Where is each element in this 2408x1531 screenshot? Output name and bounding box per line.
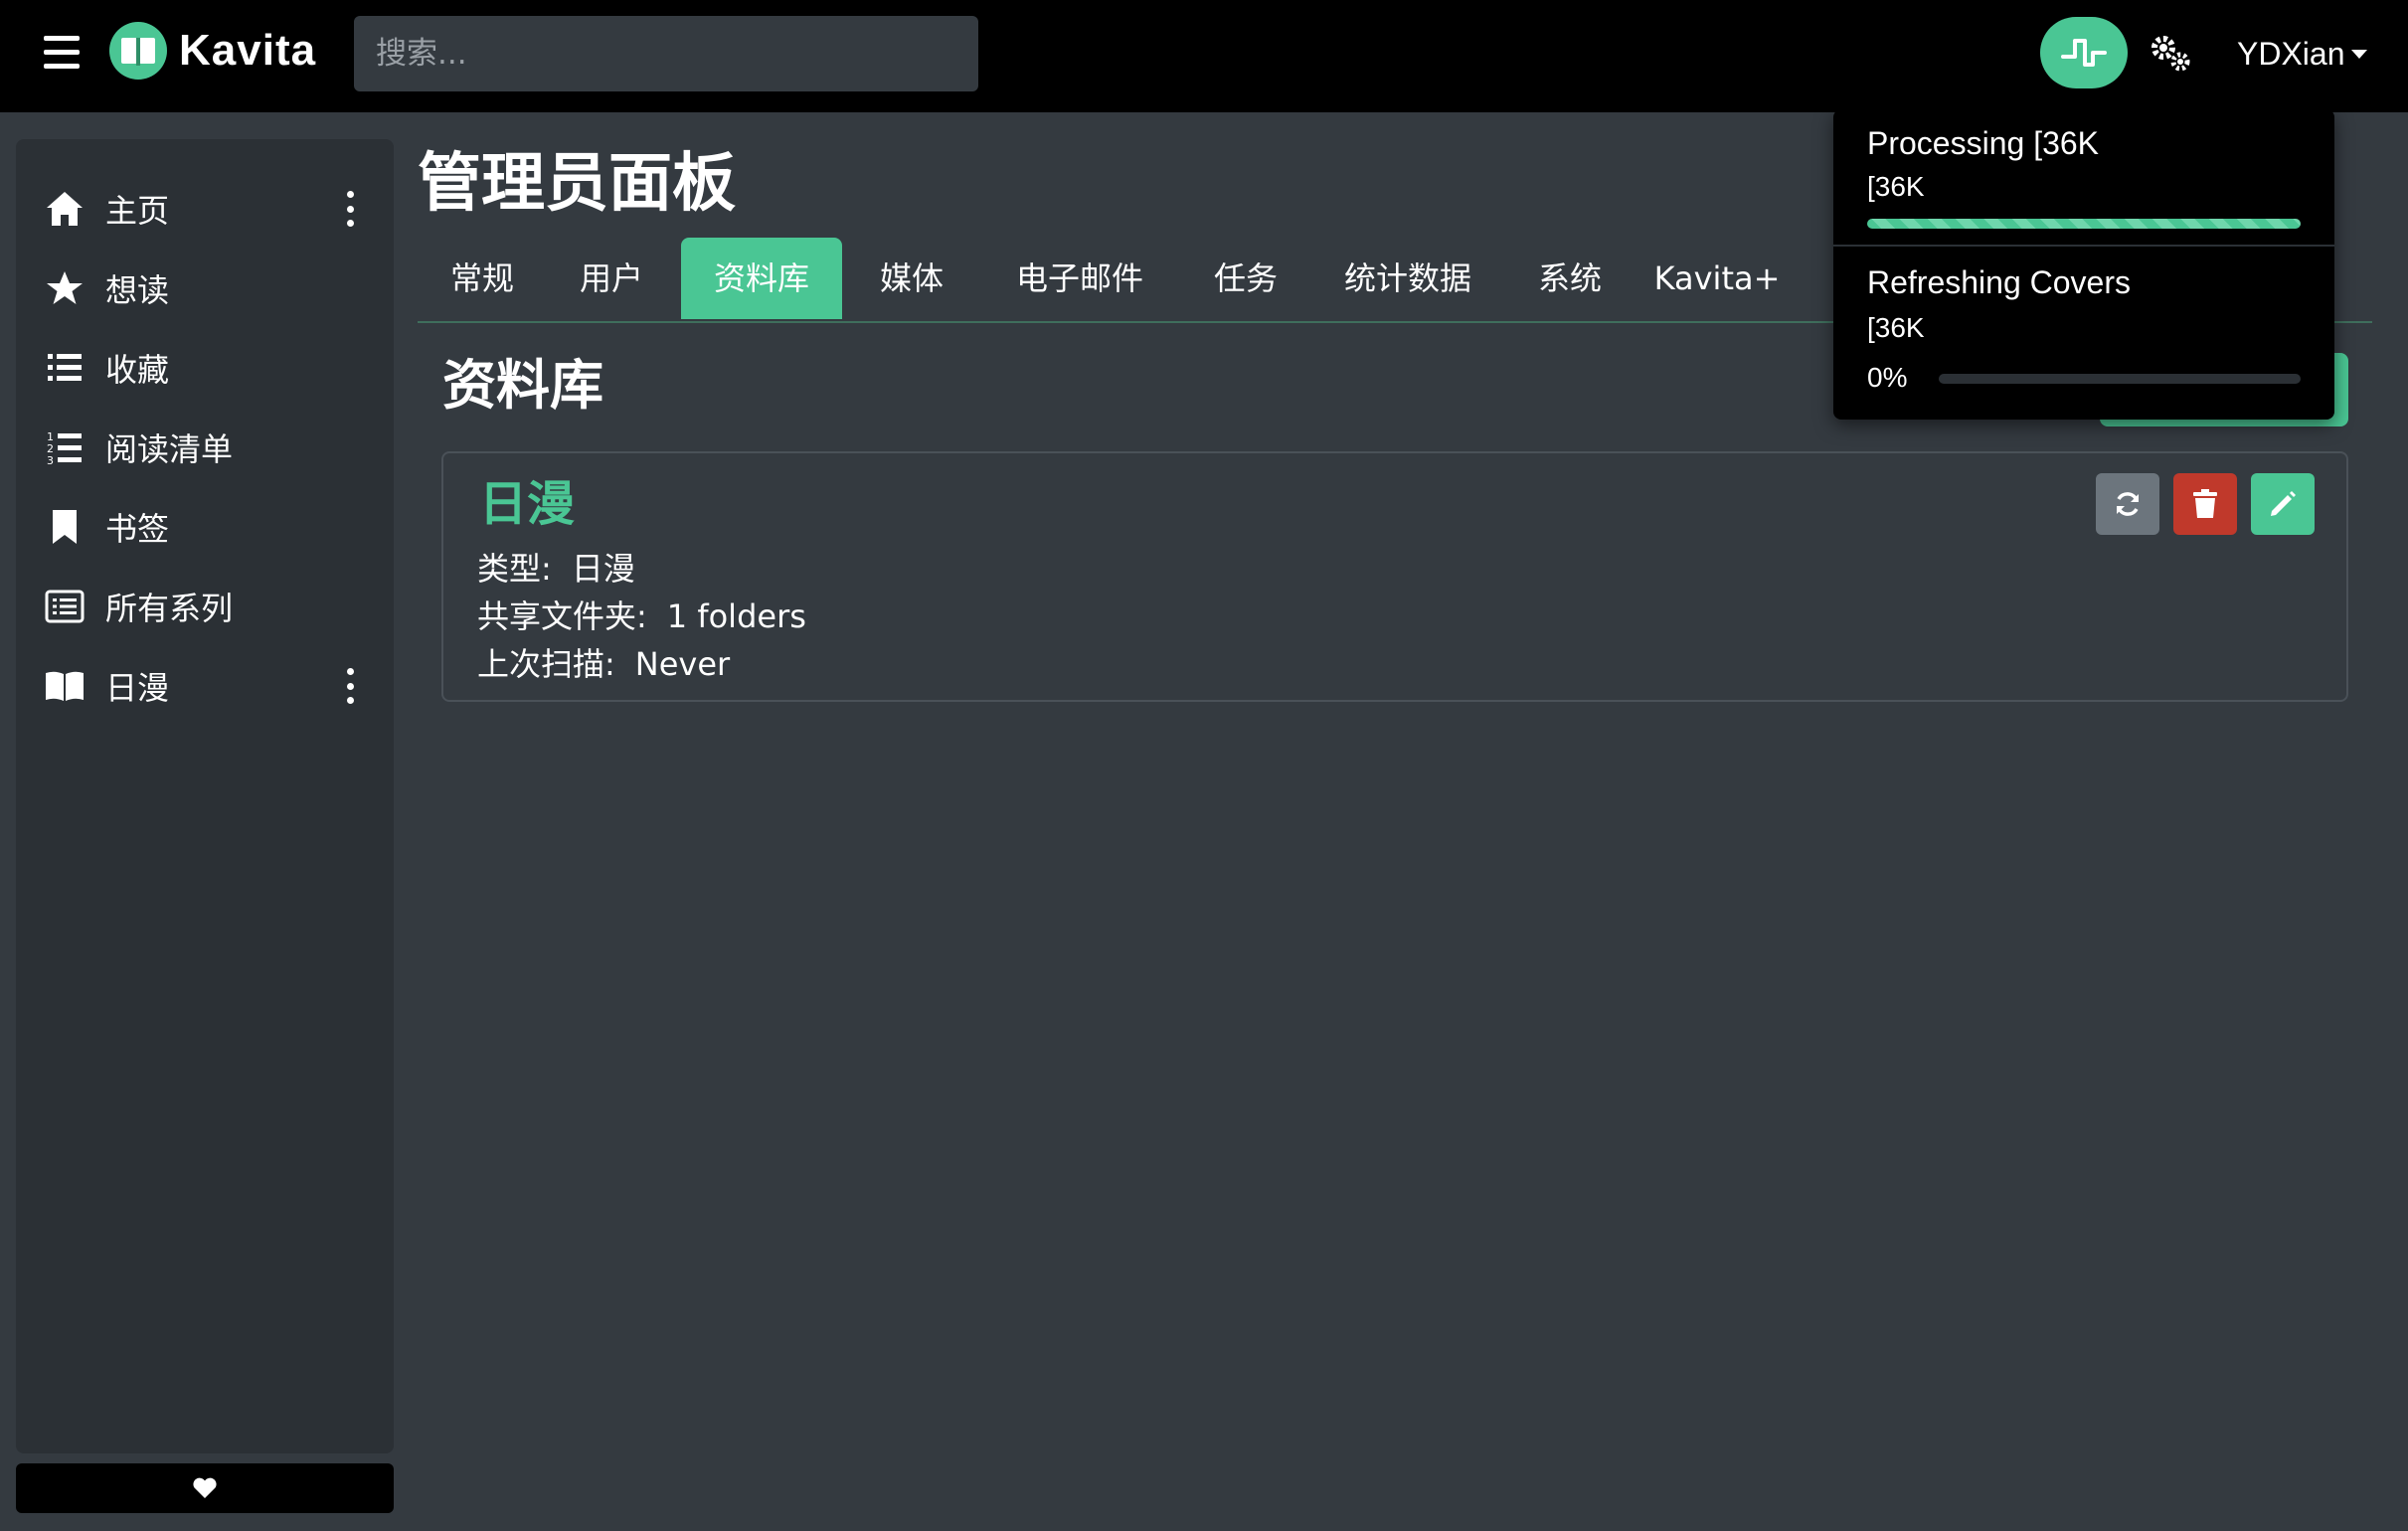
sync-icon bbox=[2117, 492, 2139, 516]
sidebar-item-label: 日漫 bbox=[105, 669, 170, 707]
more-options-icon[interactable] bbox=[340, 191, 360, 227]
hamburger-menu-icon[interactable] bbox=[44, 36, 80, 70]
settings-gears-icon[interactable] bbox=[2148, 32, 2193, 76]
sidebar-item-label: 主页 bbox=[105, 192, 170, 230]
book-open-icon bbox=[44, 665, 86, 707]
top-navbar: Kavita YDXian bbox=[0, 0, 2408, 112]
user-name: YDXian bbox=[2237, 36, 2345, 72]
pencil-icon bbox=[2271, 491, 2296, 516]
tab-kavita-plus[interactable]: Kavita+ bbox=[1634, 238, 1800, 319]
more-options-icon[interactable] bbox=[340, 668, 360, 704]
sidebar-item-home[interactable]: 主页 bbox=[16, 179, 394, 239]
section-title: 资料库 bbox=[442, 354, 603, 417]
caret-down-icon bbox=[2350, 50, 2367, 60]
library-type-row: 类型: 日漫 bbox=[477, 545, 635, 593]
list-alt-icon bbox=[44, 586, 86, 627]
library-card: 日漫 类型: 日漫 共享文件夹: 1 folders 上次扫描: Never bbox=[441, 451, 2348, 702]
tab-statistics[interactable]: 统计数据 bbox=[1310, 238, 1505, 319]
donate-button[interactable] bbox=[16, 1463, 394, 1513]
tab-system[interactable]: 系统 bbox=[1505, 238, 1634, 319]
activity-item-title: Processing [36K bbox=[1867, 125, 2100, 161]
svg-text:3: 3 bbox=[47, 454, 54, 465]
sidebar-item-reading-lists[interactable]: 1 2 3 阅读清单 bbox=[16, 418, 394, 477]
activity-item-title: Refreshing Covers bbox=[1867, 264, 2131, 300]
sidebar-item-label: 书签 bbox=[105, 510, 170, 548]
activity-dropdown: Processing [36K [36K Refreshing Covers [… bbox=[1833, 109, 2334, 420]
brand-name[interactable]: Kavita bbox=[179, 22, 316, 80]
sidebar: 主页 想读 收藏 1 2 3 阅读清单 书签 所有系列 日漫 bbox=[16, 139, 394, 1453]
library-type-value: 日漫 bbox=[571, 550, 635, 588]
tab-tasks[interactable]: 任务 bbox=[1181, 238, 1310, 319]
scan-library-button[interactable] bbox=[2096, 473, 2159, 535]
sidebar-item-library[interactable]: 日漫 bbox=[16, 656, 394, 716]
tab-media[interactable]: 媒体 bbox=[845, 238, 978, 319]
library-type-label: 类型: bbox=[477, 550, 552, 588]
edit-library-button[interactable] bbox=[2251, 473, 2315, 535]
pulse-icon bbox=[2061, 39, 2107, 67]
sidebar-item-collections[interactable]: 收藏 bbox=[16, 338, 394, 398]
library-folders-row: 共享文件夹: 1 folders bbox=[477, 593, 806, 640]
library-name-link[interactable]: 日漫 bbox=[479, 469, 575, 539]
sidebar-item-label: 阅读清单 bbox=[105, 430, 234, 468]
library-last-scan-row: 上次扫描: Never bbox=[477, 640, 730, 688]
library-last-scan-value: Never bbox=[634, 645, 731, 683]
heart-icon bbox=[193, 1477, 217, 1498]
list-icon bbox=[44, 347, 86, 389]
sidebar-item-want-to-read[interactable]: 想读 bbox=[16, 258, 394, 318]
search-input[interactable] bbox=[354, 16, 978, 91]
ordered-list-icon: 1 2 3 bbox=[44, 426, 86, 468]
activity-button[interactable] bbox=[2040, 17, 2128, 88]
sidebar-item-label: 所有系列 bbox=[105, 590, 234, 627]
user-menu-dropdown[interactable]: YDXian bbox=[2237, 30, 2367, 78]
activity-progress-percent: 0% bbox=[1867, 362, 1908, 393]
activity-item-subtitle: [36K bbox=[1867, 312, 1925, 343]
activity-progress-bar bbox=[1939, 374, 2301, 384]
delete-library-button[interactable] bbox=[2173, 473, 2237, 535]
library-folders-value: 1 folders bbox=[666, 597, 806, 635]
home-icon bbox=[44, 188, 86, 230]
library-last-scan-label: 上次扫描: bbox=[477, 645, 615, 683]
divider bbox=[1833, 245, 2334, 247]
tab-general[interactable]: 常规 bbox=[418, 238, 547, 319]
library-folders-label: 共享文件夹: bbox=[477, 597, 647, 635]
trash-icon bbox=[2193, 489, 2217, 518]
star-icon bbox=[44, 267, 86, 309]
sidebar-item-all-series[interactable]: 所有系列 bbox=[16, 577, 394, 636]
sidebar-item-label: 收藏 bbox=[105, 351, 170, 389]
kavita-logo-icon[interactable] bbox=[109, 22, 167, 80]
sidebar-item-label: 想读 bbox=[105, 271, 170, 309]
activity-progress-bar bbox=[1867, 219, 2301, 229]
tab-users[interactable]: 用户 bbox=[547, 238, 676, 319]
sidebar-item-bookmarks[interactable]: 书签 bbox=[16, 497, 394, 557]
activity-item-subtitle: [36K bbox=[1867, 171, 1925, 202]
tab-libraries[interactable]: 资料库 bbox=[681, 238, 842, 319]
bookmark-icon bbox=[44, 506, 86, 548]
page-title: 管理员面板 bbox=[418, 147, 736, 221]
tab-email[interactable]: 电子邮件 bbox=[978, 238, 1181, 319]
